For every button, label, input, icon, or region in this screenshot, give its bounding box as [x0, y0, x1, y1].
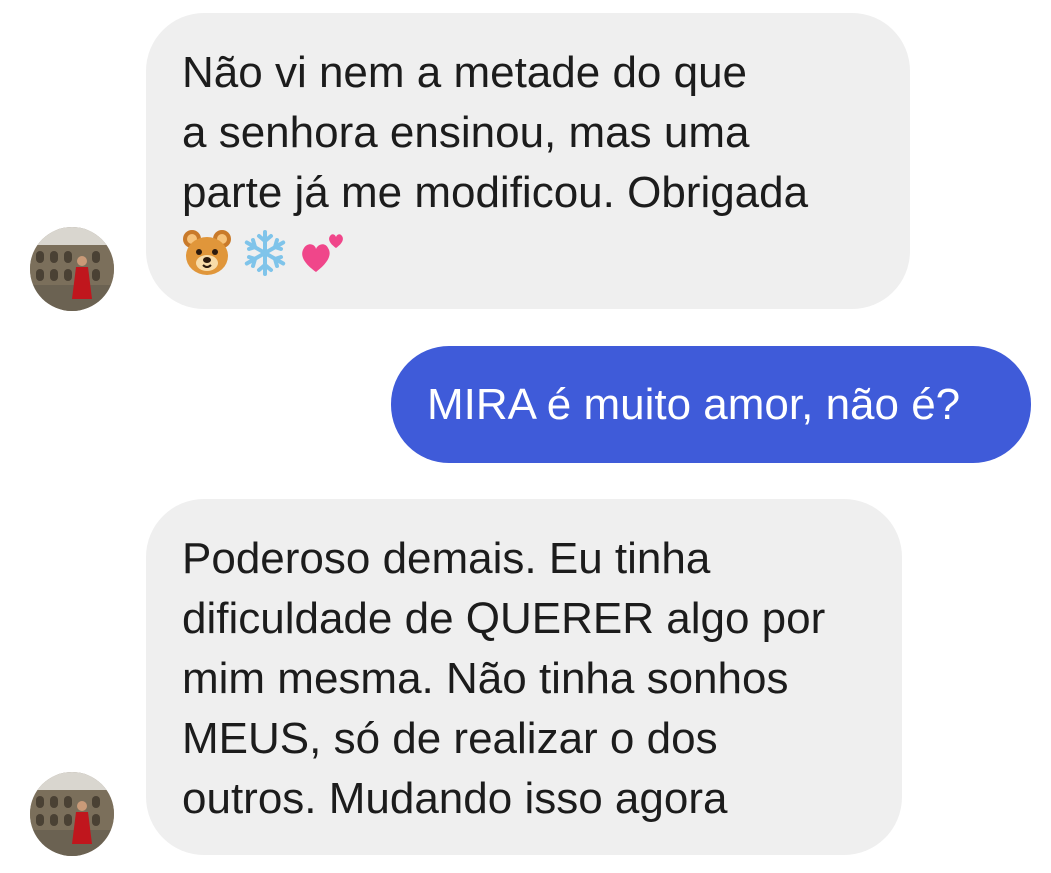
message-text-line: a senhora ensinou, mas uma	[182, 108, 750, 157]
snowflake-icon	[240, 228, 290, 278]
message-text-line: dificuldade de QUERER algo por	[182, 594, 826, 643]
message-text-line: MEUS, só de realizar o dos	[182, 714, 718, 763]
message-text-line: Não vi nem a metade do que	[182, 48, 748, 97]
outgoing-message-bubble[interactable]: MIRA é muito amor, não é?	[391, 346, 1031, 463]
message-text-line: outros. Mudando isso agora	[182, 774, 728, 823]
incoming-message-bubble[interactable]: Poderoso demais. Eu tinha dificuldade de…	[146, 499, 902, 855]
emoji-row	[182, 223, 874, 283]
incoming-message-bubble[interactable]: Não vi nem a metade do que a senhora ens…	[146, 13, 910, 309]
message-text-line: mim mesma. Não tinha sonhos	[182, 654, 789, 703]
two-hearts-icon	[298, 228, 348, 278]
message-text-line: Poderoso demais. Eu tinha	[182, 534, 711, 583]
message-text-line: parte já me modificou. Obrigada	[182, 168, 809, 217]
bear-face-icon	[182, 228, 232, 278]
contact-avatar[interactable]	[30, 772, 114, 856]
message-text-line: MIRA é muito amor, não é?	[427, 379, 961, 429]
contact-avatar[interactable]	[30, 227, 114, 311]
